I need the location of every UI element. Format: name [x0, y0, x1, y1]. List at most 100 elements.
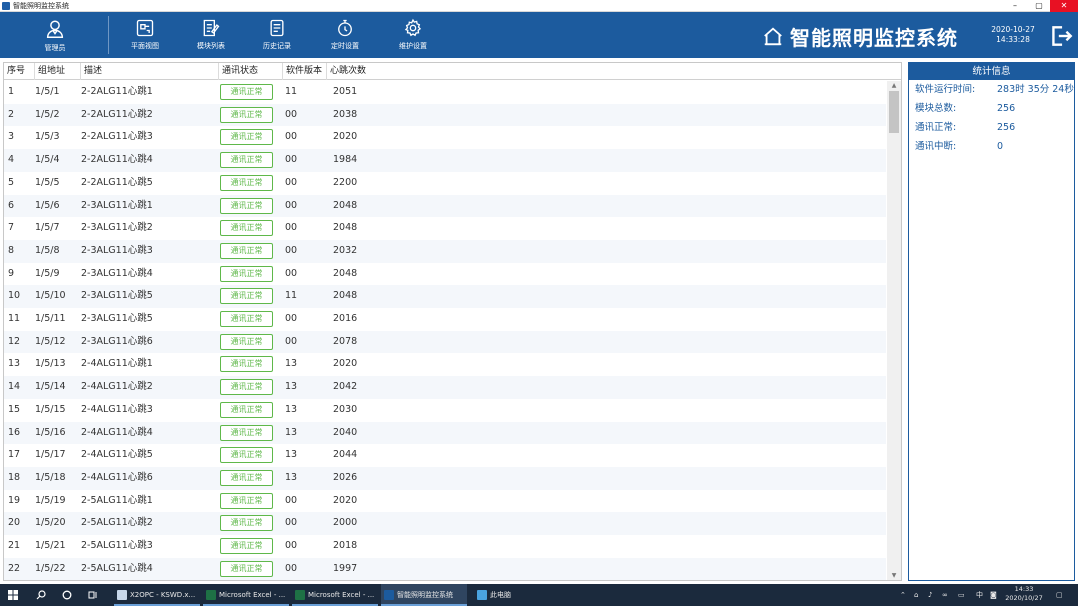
col-header-software-version[interactable]: 软件版本: [282, 63, 326, 80]
logout-icon: [1052, 26, 1073, 46]
notification-icon[interactable]: ▢: [1056, 584, 1063, 606]
table-row[interactable]: 22 1/5/22 2-5ALG11心跳4 通讯正常 00 1997: [4, 557, 886, 580]
table-row[interactable]: 15 1/5/15 2-4ALG11心跳3 通讯正常 13 2030: [4, 399, 886, 422]
keyboard-icon[interactable]: ▭: [958, 584, 965, 606]
col-header-description[interactable]: 描述: [80, 63, 218, 80]
nav-module-list-button[interactable]: 模块列表: [186, 12, 236, 58]
ime-icon[interactable]: ◙: [990, 584, 997, 606]
cell-group-address: 1/5/11: [35, 313, 66, 324]
task-x2opc[interactable]: X2OPC - KSWD.x...: [114, 584, 200, 606]
start-button[interactable]: [8, 584, 18, 606]
comm-status-badge: 通讯正常: [220, 106, 273, 123]
table-row[interactable]: 3 1/5/3 2-2ALG11心跳3 通讯正常 00 2020: [4, 126, 886, 149]
cell-index: 8: [8, 244, 15, 256]
excel-icon: [295, 590, 305, 600]
task-this-pc[interactable]: 此电脑: [474, 584, 534, 606]
cell-group-address: 1/5/12: [35, 335, 66, 347]
network-icon[interactable]: ⌂: [914, 584, 918, 606]
cell-heartbeat-count: 2016: [333, 313, 358, 324]
table-row[interactable]: 20 1/5/20 2-5ALG11心跳2 通讯正常 00 2000: [4, 512, 886, 535]
table-row[interactable]: 18 1/5/18 2-4ALG11心跳6 通讯正常 13 2026: [4, 466, 886, 490]
nav-history-button[interactable]: 历史记录: [252, 12, 302, 58]
nav-timer-settings-button[interactable]: 定时设置: [320, 12, 370, 58]
scroll-thumb[interactable]: [889, 91, 899, 133]
volume-icon[interactable]: ♪: [928, 584, 932, 606]
nav-plan-view-button[interactable]: 平面视图: [120, 12, 170, 58]
maximize-button[interactable]: ▢: [1026, 0, 1052, 12]
task-view-button[interactable]: [88, 584, 98, 606]
table-row[interactable]: 10 1/5/10 2-3ALG11心跳5 通讯正常 11 2048: [4, 285, 886, 308]
cell-index: 12: [8, 335, 21, 347]
table-row[interactable]: 12 1/5/12 2-3ALG11心跳6 通讯正常 00 2078: [4, 330, 886, 354]
cell-group-address: 1/5/3: [35, 131, 60, 143]
table-row[interactable]: 4 1/5/4 2-2ALG11心跳4 通讯正常 00 1984: [4, 149, 886, 172]
link-icon[interactable]: ∞: [942, 584, 948, 606]
close-button[interactable]: ✕: [1050, 0, 1078, 12]
exit-button[interactable]: [1048, 23, 1074, 49]
cell-software-version: 00: [285, 313, 298, 324]
table-row[interactable]: 2 1/5/2 2-2ALG11心跳2 通讯正常 00 2038: [4, 103, 886, 127]
table-row[interactable]: 21 1/5/21 2-5ALG11心跳3 通讯正常 00 2018: [4, 535, 886, 558]
table-row[interactable]: 9 1/5/9 2-3ALG11心跳4 通讯正常 00 2048: [4, 263, 886, 286]
vertical-scrollbar[interactable]: ▲ ▼: [887, 81, 901, 580]
cell-heartbeat-count: 2020: [333, 358, 358, 370]
task-excel-2[interactable]: Microsoft Excel - ...: [292, 584, 378, 606]
app-icon: [2, 2, 10, 10]
table-row[interactable]: 17 1/5/17 2-4ALG11心跳5 通讯正常 13 2044: [4, 444, 886, 467]
cell-heartbeat-count: 2051: [333, 86, 358, 97]
search-button[interactable]: [36, 584, 46, 606]
table-row[interactable]: 19 1/5/19 2-5ALG11心跳1 通讯正常 00 2020: [4, 490, 886, 513]
cell-software-version: 13: [285, 358, 298, 370]
table-row[interactable]: 16 1/5/16 2-4ALG11心跳4 通讯正常 13 2040: [4, 421, 886, 445]
table-row[interactable]: 6 1/5/6 2-3ALG11心跳1 通讯正常 00 2048: [4, 194, 886, 218]
cell-heartbeat-count: 2044: [333, 449, 358, 461]
comm-status-badge: 通讯正常: [220, 424, 273, 441]
table-row[interactable]: 7 1/5/7 2-3ALG11心跳2 通讯正常 00 2048: [4, 217, 886, 240]
cell-description: 2-5ALG11心跳3: [81, 540, 153, 551]
table-row[interactable]: 5 1/5/5 2-2ALG11心跳5 通讯正常 00 2200: [4, 172, 886, 195]
cell-index: 22: [8, 562, 21, 574]
comm-status-badge: 通讯正常: [220, 265, 273, 282]
minimize-button[interactable]: –: [1002, 0, 1028, 12]
taskbar-clock[interactable]: 14:33 2020/10/27: [1004, 585, 1044, 603]
table-row[interactable]: 11 1/5/11 2-3ALG11心跳5 通讯正常 00 2016: [4, 308, 886, 331]
col-header-group-address[interactable]: 组地址: [34, 63, 80, 80]
cell-software-version: 00: [285, 267, 298, 279]
cell-group-address: 1/5/9: [35, 267, 60, 279]
tray-chevron-icon[interactable]: ⌃: [900, 584, 906, 606]
col-header-comm-status[interactable]: 通讯状态: [218, 63, 282, 80]
stat-comm-normal: 通讯正常: 256: [909, 118, 1074, 137]
table-row[interactable]: 8 1/5/8 2-3ALG11心跳3 通讯正常 00 2032: [4, 239, 886, 263]
col-header-index[interactable]: 序号: [4, 63, 34, 80]
scroll-up-icon[interactable]: ▲: [887, 81, 901, 91]
comm-status-badge: 通讯正常: [220, 492, 273, 509]
cell-description: 2-4ALG11心跳1: [81, 358, 153, 370]
cell-description: 2-4ALG11心跳2: [81, 381, 153, 393]
task-lighting-system[interactable]: 智能照明监控系统: [381, 584, 467, 606]
cell-index: 6: [8, 199, 15, 211]
cell-description: 2-3ALG11心跳5: [81, 290, 153, 302]
nav-admin-button[interactable]: 管理员: [20, 12, 90, 58]
table-row[interactable]: 13 1/5/13 2-4ALG11心跳1 通讯正常 13 2020: [4, 353, 886, 376]
task-label: Microsoft Excel - ...: [308, 591, 375, 599]
col-header-heartbeat-count[interactable]: 心跳次数: [326, 63, 376, 80]
comm-status-badge: 通讯正常: [220, 515, 273, 532]
nav-maintenance-button[interactable]: 维护设置: [388, 12, 438, 58]
cell-heartbeat-count: 1997: [333, 562, 358, 574]
cell-index: 2: [8, 108, 15, 120]
cell-software-version: 00: [285, 494, 298, 506]
cell-heartbeat-count: 2018: [333, 540, 358, 551]
comm-status-badge: 通讯正常: [220, 311, 273, 327]
user-icon: [46, 20, 64, 38]
table-row[interactable]: 14 1/5/14 2-4ALG11心跳2 通讯正常 13 2042: [4, 376, 886, 399]
table-row[interactable]: 1 1/5/1 2-2ALG11心跳1 通讯正常 11 2051: [4, 81, 886, 104]
task-excel-1[interactable]: Microsoft Excel - ...: [203, 584, 289, 606]
cell-description: 2-5ALG11心跳4: [81, 562, 153, 574]
comm-status-badge: 通讯正常: [220, 84, 273, 100]
cell-description: 2-4ALG11心跳4: [81, 426, 153, 438]
scroll-down-icon[interactable]: ▼: [887, 571, 901, 580]
cortana-button[interactable]: [62, 584, 72, 606]
cell-software-version: 00: [285, 154, 298, 166]
input-language[interactable]: 中: [976, 584, 983, 606]
table-body: 1 1/5/1 2-2ALG11心跳1 通讯正常 11 2051 2 1/5/2 2-2ALG1…: [4, 81, 886, 580]
